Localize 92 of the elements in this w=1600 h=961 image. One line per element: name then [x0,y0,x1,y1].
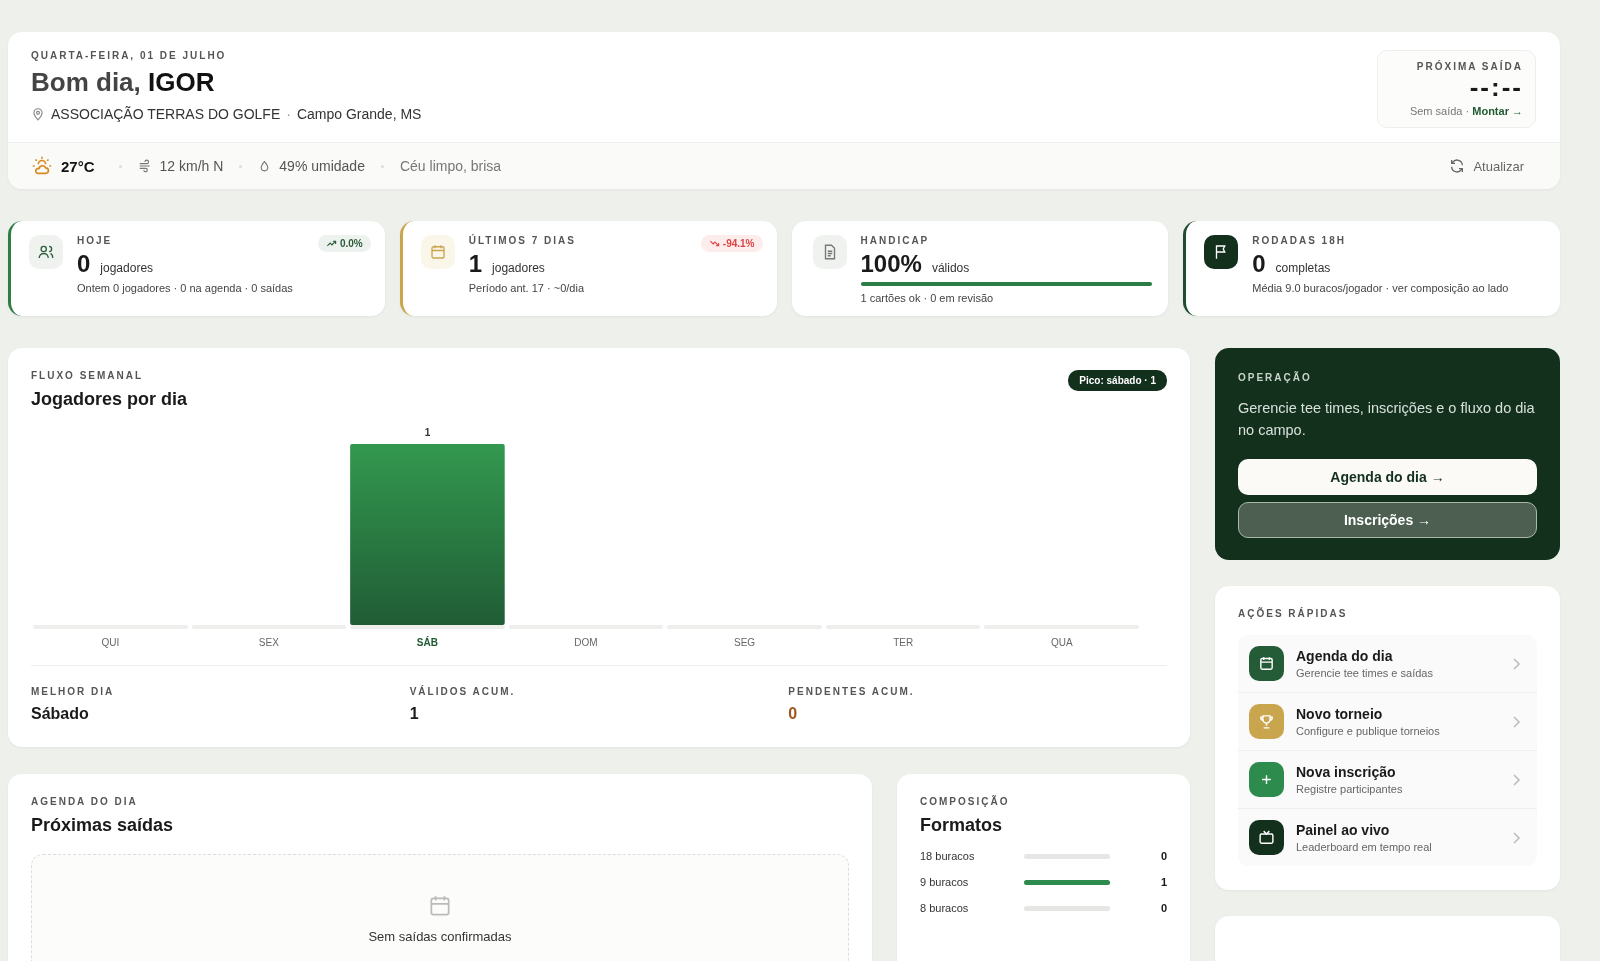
next-departure-time: --:-- [1468,72,1523,103]
stat-unit: válidos [931,261,970,275]
operation-description: Gerencie tee times, inscrições e o fluxo do dia no campo. [1238,399,1536,440]
axis-label: TER [893,637,914,648]
registrations-button[interactable]: Inscrições → [1238,502,1537,538]
calendar-icon [427,893,453,919]
action-subtitle: Configure e publique torneios [1296,725,1441,737]
refresh-icon [1449,158,1466,174]
quick-action-item[interactable]: Nova inscrição Registre participantes [1238,751,1537,809]
trophy-icon [1258,713,1275,730]
format-count: 0 [1160,902,1167,914]
chevron-right-icon [1511,657,1521,670]
date-label: QUARTA-FEIRA, 01 DE JULHO [31,50,228,61]
axis-label: DOM [574,637,598,648]
trend-badge: -94.1% [700,235,763,252]
axis-label: SEG [734,637,756,648]
sky-condition: Céu limpo, brisa [399,158,502,174]
stat-note: Média 9.0 buracos/jogador · ver composição ao lado [1252,282,1510,294]
format-count: 1 [1160,876,1167,888]
summary-value: 0 [788,705,799,723]
calendar-icon [428,243,447,261]
agenda-button[interactable]: Agenda do dia → [1238,459,1537,495]
stat-label: RODADAS 18H [1252,235,1346,246]
stat-unit: completas [1275,261,1331,275]
format-label: 8 buracos [920,902,970,914]
next-departure-note: Sem saída · [1409,105,1470,117]
format-count: 0 [1160,850,1167,862]
stat-value: 100% [860,250,922,278]
stat-unit: jogadores [492,261,545,275]
section-label: AGENDA DO DIA [31,796,139,807]
section-title: Jogadores por dia [31,389,188,410]
empty-message: Sem saídas confirmadas [368,929,512,944]
city-name: Campo Grande, MS [296,106,422,122]
chevron-right-icon [1511,715,1521,728]
summary-label: PENDENTES ACUM. [788,686,916,697]
action-title: Agenda do dia [1296,648,1394,664]
format-label: 18 buracos [920,850,976,862]
greeting: Bom dia, IGOR [31,67,216,98]
action-title: Novo torneio [1296,706,1384,722]
wind-icon [137,159,152,173]
peak-badge: Pico: sábado · 1 [1068,370,1167,391]
summary-label: MELHOR DIA [31,686,116,697]
stat-note: 1 cartões ok · 0 em revisão [860,292,995,304]
format-label: 9 buracos [920,876,970,888]
section-label: FLUXO SEMANAL [31,370,145,381]
section-label: COMPOSIÇÃO [920,796,1011,807]
quick-action-item[interactable]: Novo torneio Configure e publique torneios [1238,693,1537,751]
quick-action-item[interactable]: Painel ao vivo Leaderboard em tempo real [1238,809,1537,866]
axis-label: QUA [1050,637,1073,648]
location-pin-icon [31,107,45,121]
summary-value: 1 [409,705,420,723]
summary-value: Sábado [31,705,90,723]
axis-label: SEX [258,637,279,648]
plus-icon [1259,772,1274,787]
temperature: 27°C [61,157,95,175]
humidity: 49% umidade [279,158,365,174]
club-name: ASSOCIAÇÃO TERRAS DO GOLFE [51,106,281,122]
stat-value: 1 [468,250,483,278]
summary-label: VÁLIDOS ACUM. [409,686,517,697]
action-subtitle: Registre participantes [1296,783,1404,795]
action-title: Nova inscrição [1296,764,1397,780]
stat-value: 0 [77,250,91,278]
wind-speed: 12 km/h N [159,158,224,174]
section-label: AÇÕES RÁPIDAS [1238,608,1349,619]
tv-icon [1258,829,1275,846]
people-icon [37,243,55,261]
stat-label: HANDICAP [860,235,930,246]
stat-note: Ontem 0 jogadores · 0 na agenda · 0 saídas [77,282,294,294]
data-label: 1 [424,427,431,438]
section-title: Próximas saídas [31,815,175,836]
chevron-right-icon [1511,773,1521,786]
chevron-right-icon [1511,831,1521,844]
quick-action-item[interactable]: Agenda do dia Gerencie tee times e saídas [1238,635,1537,693]
stat-note: Período ant. 17 · ~0/dia [468,282,586,294]
action-subtitle: Leaderboard em tempo real [1296,841,1433,853]
action-subtitle: Gerencie tee times e saídas [1296,667,1434,679]
section-title: Formatos [920,815,1003,836]
stat-label: HOJE [77,235,113,246]
separator-dot: · [286,106,291,122]
stat-value: 0 [1252,250,1266,278]
section-label: OPERAÇÃO [1238,372,1313,383]
next-departure-label: PRÓXIMA SAÍDA [1415,61,1523,72]
axis-label: SÁB [416,637,438,648]
refresh-button[interactable]: Atualizar [1443,157,1530,175]
stat-label: ÚLTIMOS 7 DIAS [468,235,576,246]
assemble-link[interactable]: Montar → [1472,105,1523,117]
axis-label: QUI [101,637,120,648]
stat-unit: jogadores [100,261,154,275]
trend-badge: 0.0% [317,235,371,252]
action-title: Painel ao vivo [1296,822,1391,838]
calendar-icon [1258,655,1275,672]
sun-cloud-icon [31,155,53,177]
